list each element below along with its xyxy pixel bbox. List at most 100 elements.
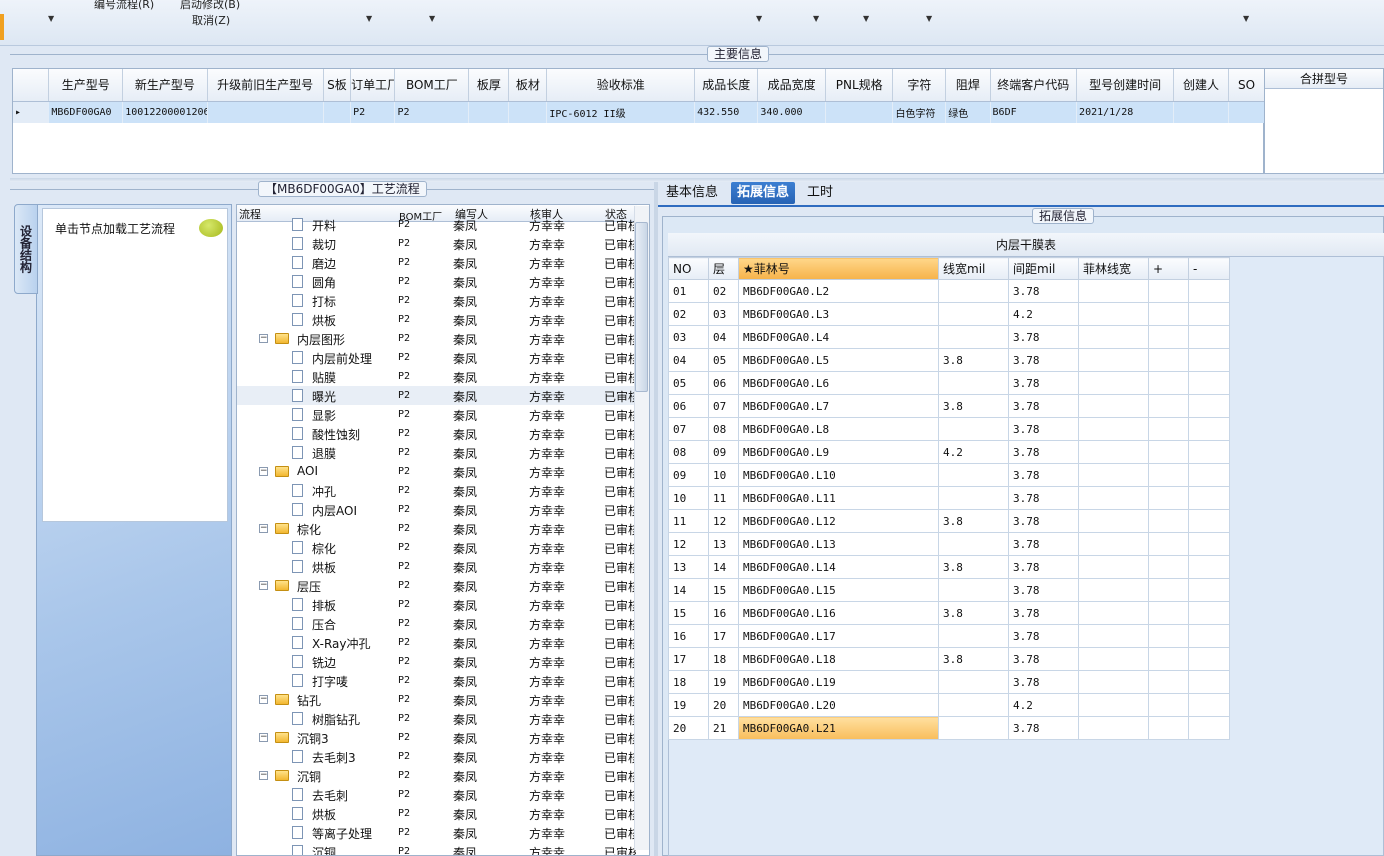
cell[interactable]: 3.78 <box>1008 348 1079 372</box>
cell[interactable]: 3.78 <box>1008 486 1079 510</box>
table-row[interactable]: 11 12 MB6DF00GA0.L12 3.8 3.78 <box>668 509 1230 533</box>
cell[interactable] <box>1078 440 1149 464</box>
cell[interactable]: 2021/1/28 <box>1076 101 1175 123</box>
cell[interactable]: 3.78 <box>1008 647 1079 671</box>
tree-row[interactable]: 开料 P2 秦凤 方幸幸 已审核 <box>237 215 637 234</box>
tree-row[interactable]: − 沉铜 P2 秦凤 方幸幸 已审核 <box>237 766 637 785</box>
cell[interactable] <box>1078 601 1149 625</box>
cell[interactable] <box>1188 555 1230 579</box>
cell[interactable]: 04 <box>668 348 709 372</box>
cell[interactable]: MB6DF00GA0.L3 <box>738 302 939 326</box>
cell[interactable] <box>1188 463 1230 487</box>
column-header[interactable]: 新生产型号 <box>122 69 208 102</box>
cell[interactable] <box>1188 348 1230 372</box>
cell[interactable] <box>1148 670 1189 694</box>
cell[interactable]: MB6DF00GA0.L5 <box>738 348 939 372</box>
cell[interactable]: 15 <box>708 578 739 602</box>
cell[interactable] <box>1078 555 1149 579</box>
cell[interactable] <box>1078 647 1149 671</box>
cell[interactable]: 3.8 <box>938 509 1009 533</box>
table-row[interactable]: 02 03 MB6DF00GA0.L3 4.2 <box>668 302 1230 326</box>
tree-row[interactable]: 内层AOI P2 秦凤 方幸幸 已审核 <box>237 500 637 519</box>
cell[interactable] <box>1078 325 1149 349</box>
cell[interactable] <box>938 624 1009 648</box>
cell[interactable]: MB6DF00GA0.L16 <box>738 601 939 625</box>
cell[interactable]: 3.78 <box>1008 624 1079 648</box>
tree-row[interactable]: 退膜 P2 秦凤 方幸幸 已审核 <box>237 443 637 462</box>
toolbar-item-number-flow[interactable]: 编号流程(R) <box>94 0 154 12</box>
tree-row[interactable]: 磨边 P2 秦凤 方幸幸 已审核 <box>237 253 637 272</box>
cell[interactable] <box>1078 578 1149 602</box>
cell[interactable]: MB6DF00GA0.L11 <box>738 486 939 510</box>
cell[interactable] <box>1148 417 1189 441</box>
table-row[interactable]: 10 11 MB6DF00GA0.L11 3.78 <box>668 486 1230 510</box>
tab-work-hours[interactable]: 工时 <box>801 182 839 204</box>
column-header[interactable]: 创建人 <box>1173 69 1229 102</box>
chevron-down-icon[interactable]: ▼ <box>48 14 54 23</box>
cell[interactable]: 18 <box>708 647 739 671</box>
cell[interactable]: P2 <box>394 101 470 123</box>
tree-row[interactable]: 曝光 P2 秦凤 方幸幸 已审核 <box>237 386 637 405</box>
cell[interactable]: 07 <box>708 394 739 418</box>
cell[interactable] <box>1148 394 1189 418</box>
tree-row[interactable]: 去毛刺 P2 秦凤 方幸幸 已审核 <box>237 785 637 804</box>
cell[interactable]: 3.78 <box>1008 440 1079 464</box>
cell[interactable] <box>207 101 324 123</box>
table-row[interactable]: 01 02 MB6DF00GA0.L2 3.78 <box>668 279 1230 303</box>
table-row[interactable]: 06 07 MB6DF00GA0.L7 3.8 3.78 <box>668 394 1230 418</box>
toolbar-item-start-modify[interactable]: 启动修改(B) <box>180 0 240 12</box>
cell[interactable]: MB6DF00GA0.L19 <box>738 670 939 694</box>
cell[interactable]: 06 <box>668 394 709 418</box>
collapse-icon[interactable]: − <box>259 695 268 704</box>
tree-row[interactable]: 铣边 P2 秦凤 方幸幸 已审核 <box>237 652 637 671</box>
cell[interactable] <box>938 716 1009 740</box>
cell[interactable]: 06 <box>708 371 739 395</box>
cell[interactable] <box>1148 693 1189 717</box>
film-column-header[interactable]: 间距mil <box>1008 257 1079 280</box>
cell[interactable]: MB6DF00GA0.L13 <box>738 532 939 556</box>
tree-row[interactable]: 烘板 P2 秦凤 方幸幸 已审核 <box>237 557 637 576</box>
tree-row[interactable]: 树脂钻孔 P2 秦凤 方幸幸 已审核 <box>237 709 637 728</box>
tree-row[interactable]: − AOI P2 秦凤 方幸幸 已审核 <box>237 462 637 481</box>
film-column-header[interactable]: 线宽mil <box>938 257 1009 280</box>
cell[interactable] <box>1148 486 1189 510</box>
column-header[interactable]: 订单工厂 <box>350 69 396 102</box>
tree-scrollbar-thumb[interactable] <box>635 222 648 392</box>
tree-row[interactable]: 沉铜 P2 秦凤 方幸幸 已审核 <box>237 842 637 855</box>
cell[interactable]: 4.2 <box>1008 693 1079 717</box>
cell[interactable]: 14 <box>668 578 709 602</box>
cell[interactable]: 3.78 <box>1008 417 1079 441</box>
cell[interactable]: 4.2 <box>1008 302 1079 326</box>
cell[interactable]: B6DF <box>990 101 1078 123</box>
cell[interactable]: 3.78 <box>1008 371 1079 395</box>
cell[interactable] <box>1148 302 1189 326</box>
chevron-down-icon[interactable]: ▼ <box>926 14 932 23</box>
column-header[interactable]: SO <box>1228 69 1266 102</box>
column-header[interactable]: 验收标准 <box>546 69 696 102</box>
film-column-header[interactable]: + <box>1148 257 1189 280</box>
cell[interactable]: MB6DF00GA0.L21 <box>738 716 939 740</box>
cell[interactable] <box>938 325 1009 349</box>
cell[interactable]: 432.550 <box>694 101 759 123</box>
cell[interactable]: 19 <box>708 670 739 694</box>
cell[interactable] <box>938 463 1009 487</box>
cell[interactable] <box>468 101 510 123</box>
tree-row[interactable]: 烘板 P2 秦凤 方幸幸 已审核 <box>237 310 637 329</box>
cell[interactable] <box>1078 279 1149 303</box>
film-column-header[interactable]: ★菲林号 <box>738 257 939 280</box>
cell[interactable] <box>1078 532 1149 556</box>
cell[interactable] <box>1078 670 1149 694</box>
cell[interactable]: 08 <box>708 417 739 441</box>
cell[interactable]: 3.78 <box>1008 394 1079 418</box>
cell[interactable]: 14 <box>708 555 739 579</box>
cell[interactable] <box>1078 624 1149 648</box>
cell[interactable]: 3.78 <box>1008 601 1079 625</box>
cell[interactable]: 3.8 <box>938 647 1009 671</box>
cell[interactable]: IPC-6012 II级 <box>546 101 696 123</box>
tab-basic-info[interactable]: 基本信息 <box>660 182 724 204</box>
cell[interactable] <box>1188 670 1230 694</box>
chevron-down-icon[interactable]: ▼ <box>429 14 435 23</box>
cell[interactable]: 绿色 <box>945 101 991 123</box>
film-column-header[interactable]: NO <box>668 257 709 280</box>
cell[interactable]: 09 <box>668 463 709 487</box>
